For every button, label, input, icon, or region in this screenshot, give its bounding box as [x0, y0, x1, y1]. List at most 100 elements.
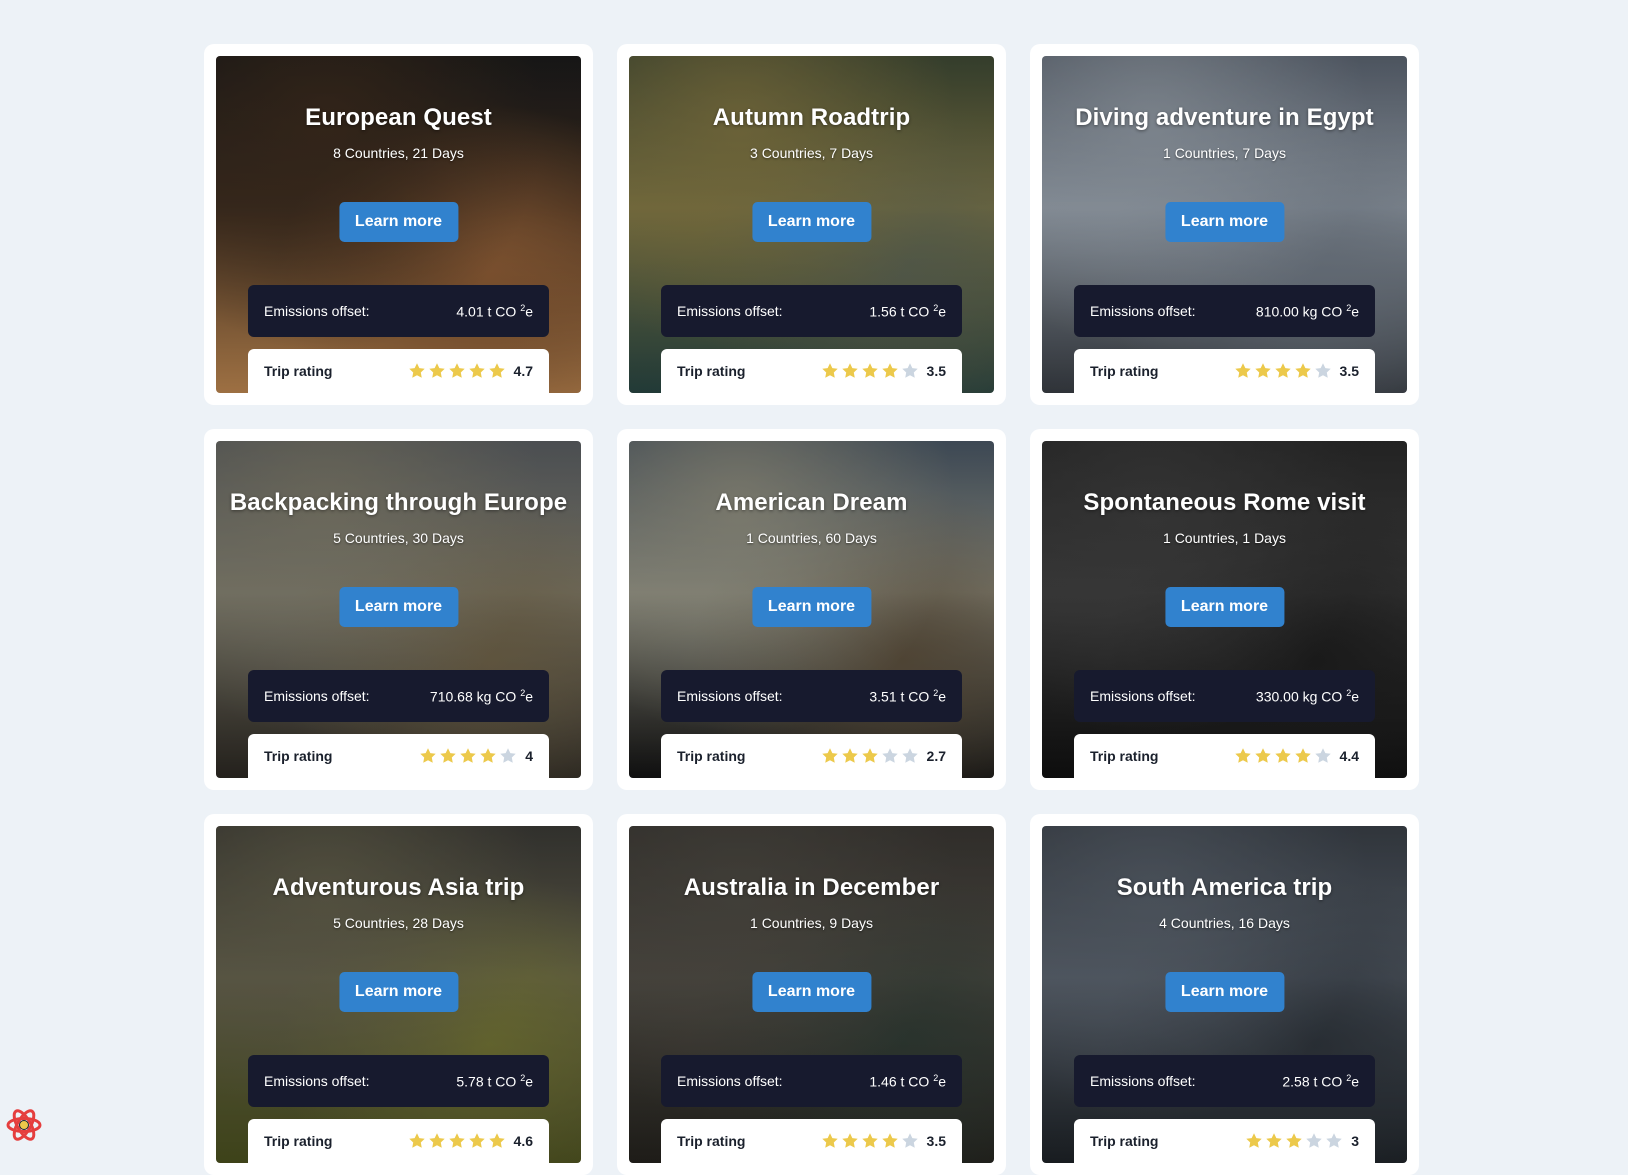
trip-title: Autumn Roadtrip [712, 104, 911, 131]
trip-title: Spontaneous Rome visit [1083, 489, 1366, 516]
star-filled-icon [1234, 748, 1251, 763]
star-filled-icon [821, 748, 838, 763]
trip-rating-panel: Trip rating 4.7 [248, 349, 549, 393]
trip-card-5: American Dream 1 Countries, 60 Days Lear… [617, 429, 1006, 790]
emissions-label: Emissions offset: [677, 303, 783, 319]
star-filled-icon [1294, 748, 1311, 763]
rating-display: 4.6 [408, 1132, 533, 1150]
trip-card-2: Autumn Roadtrip 3 Countries, 7 Days Lear… [617, 44, 1006, 405]
learn-more-button[interactable]: Learn more [751, 202, 872, 242]
trip-photo: Spontaneous Rome visit 1 Countries, 1 Da… [1042, 441, 1407, 778]
emissions-value: 5.78 t CO 2e [456, 1072, 533, 1090]
emissions-panel: Emissions offset: 710.68 kg CO 2e [248, 670, 549, 722]
star-filled-icon [480, 748, 496, 763]
trip-photo: South America trip 4 Countries, 16 Days … [1042, 826, 1407, 1163]
star-filled-icon [1294, 363, 1311, 378]
star-filled-icon [408, 1133, 425, 1148]
star-filled-icon [881, 363, 898, 378]
trip-photo: Australia in December 1 Countries, 9 Day… [629, 826, 994, 1163]
emissions-label: Emissions offset: [264, 1073, 370, 1089]
trip-card-4: Backpacking through Europe 5 Countries, … [204, 429, 593, 790]
star-empty-icon [1306, 1133, 1322, 1148]
star-empty-icon [901, 1133, 918, 1148]
trip-photo: Adventurous Asia trip 5 Countries, 28 Da… [216, 826, 581, 1163]
star-rating [821, 747, 919, 765]
trip-summary: 1 Countries, 7 Days [1163, 145, 1286, 161]
rating-label: Trip rating [1090, 1133, 1159, 1149]
emissions-value: 3.51 t CO 2e [869, 687, 946, 705]
trip-summary: 5 Countries, 28 Days [333, 915, 464, 931]
rating-label: Trip rating [677, 1133, 746, 1149]
emissions-label: Emissions offset: [264, 688, 370, 704]
emissions-panel: Emissions offset: 2.58 t CO 2e [1074, 1055, 1375, 1107]
rating-label: Trip rating [677, 748, 746, 764]
trip-rating-panel: Trip rating 3.5 [1074, 349, 1375, 393]
star-empty-icon [1326, 1133, 1342, 1148]
learn-more-button[interactable]: Learn more [751, 587, 872, 627]
emissions-panel: Emissions offset: 1.56 t CO 2e [661, 285, 962, 337]
emissions-panel: Emissions offset: 330.00 kg CO 2e [1074, 670, 1375, 722]
trip-title: American Dream [715, 489, 908, 516]
star-filled-icon [821, 363, 838, 378]
trip-card-7: Adventurous Asia trip 5 Countries, 28 Da… [204, 814, 593, 1175]
trip-title: Diving adventure in Egypt [1075, 104, 1374, 131]
trip-photo: Backpacking through Europe 5 Countries, … [216, 441, 581, 778]
emissions-value: 330.00 kg CO 2e [1255, 687, 1359, 705]
trip-rating-panel: Trip rating 4.4 [1074, 734, 1375, 778]
star-empty-icon [500, 748, 516, 763]
rating-label: Trip rating [264, 1133, 333, 1149]
star-filled-icon [841, 1133, 858, 1148]
emissions-panel: Emissions offset: 5.78 t CO 2e [248, 1055, 549, 1107]
star-filled-icon [440, 748, 456, 763]
star-filled-icon [861, 1133, 878, 1148]
trip-summary: 8 Countries, 21 Days [333, 145, 464, 161]
learn-more-button[interactable]: Learn more [338, 972, 459, 1012]
star-filled-icon [1254, 748, 1271, 763]
star-filled-icon [420, 748, 436, 763]
star-rating [1234, 362, 1332, 380]
star-filled-icon [488, 363, 505, 378]
emissions-label: Emissions offset: [1090, 688, 1196, 704]
learn-more-button[interactable]: Learn more [1164, 972, 1285, 1012]
learn-more-button[interactable]: Learn more [1164, 202, 1285, 242]
rating-display: 3 [1245, 1132, 1359, 1150]
trip-rating-panel: Trip rating 3.5 [661, 1119, 962, 1163]
learn-more-button[interactable]: Learn more [1164, 587, 1285, 627]
star-filled-icon [1234, 363, 1251, 378]
trip-summary: 5 Countries, 30 Days [333, 530, 464, 546]
star-filled-icon [468, 363, 485, 378]
rating-value: 2.7 [926, 748, 946, 764]
emissions-label: Emissions offset: [677, 688, 783, 704]
trip-card-9: South America trip 4 Countries, 16 Days … [1030, 814, 1419, 1175]
trip-photo: European Quest 8 Countries, 21 Days Lear… [216, 56, 581, 393]
star-filled-icon [1274, 748, 1291, 763]
rating-display: 3.5 [1234, 362, 1359, 380]
star-filled-icon [861, 748, 878, 763]
rating-value: 4.4 [1339, 748, 1359, 764]
rating-label: Trip rating [1090, 748, 1159, 764]
react-atom-icon[interactable] [4, 1105, 44, 1145]
star-rating [1234, 747, 1332, 765]
emissions-value: 4.01 t CO 2e [456, 302, 533, 320]
star-rating [821, 362, 919, 380]
rating-label: Trip rating [677, 363, 746, 379]
emissions-panel: Emissions offset: 1.46 t CO 2e [661, 1055, 962, 1107]
trip-title: European Quest [305, 104, 492, 131]
trip-rating-panel: Trip rating 3 [1074, 1119, 1375, 1163]
learn-more-button[interactable]: Learn more [338, 202, 459, 242]
star-filled-icon [1254, 363, 1271, 378]
trip-photo: Diving adventure in Egypt 1 Countries, 7… [1042, 56, 1407, 393]
rating-value: 3 [1351, 1133, 1359, 1149]
star-filled-icon [861, 363, 878, 378]
learn-more-button[interactable]: Learn more [338, 587, 459, 627]
star-filled-icon [1266, 1133, 1282, 1148]
emissions-panel: Emissions offset: 810.00 kg CO 2e [1074, 285, 1375, 337]
star-filled-icon [821, 1133, 838, 1148]
trip-summary: 1 Countries, 9 Days [750, 915, 873, 931]
trip-photo: American Dream 1 Countries, 60 Days Lear… [629, 441, 994, 778]
star-rating [1245, 1132, 1343, 1150]
trip-summary: 3 Countries, 7 Days [750, 145, 873, 161]
learn-more-button[interactable]: Learn more [751, 972, 872, 1012]
emissions-panel: Emissions offset: 4.01 t CO 2e [248, 285, 549, 337]
star-filled-icon [408, 363, 425, 378]
